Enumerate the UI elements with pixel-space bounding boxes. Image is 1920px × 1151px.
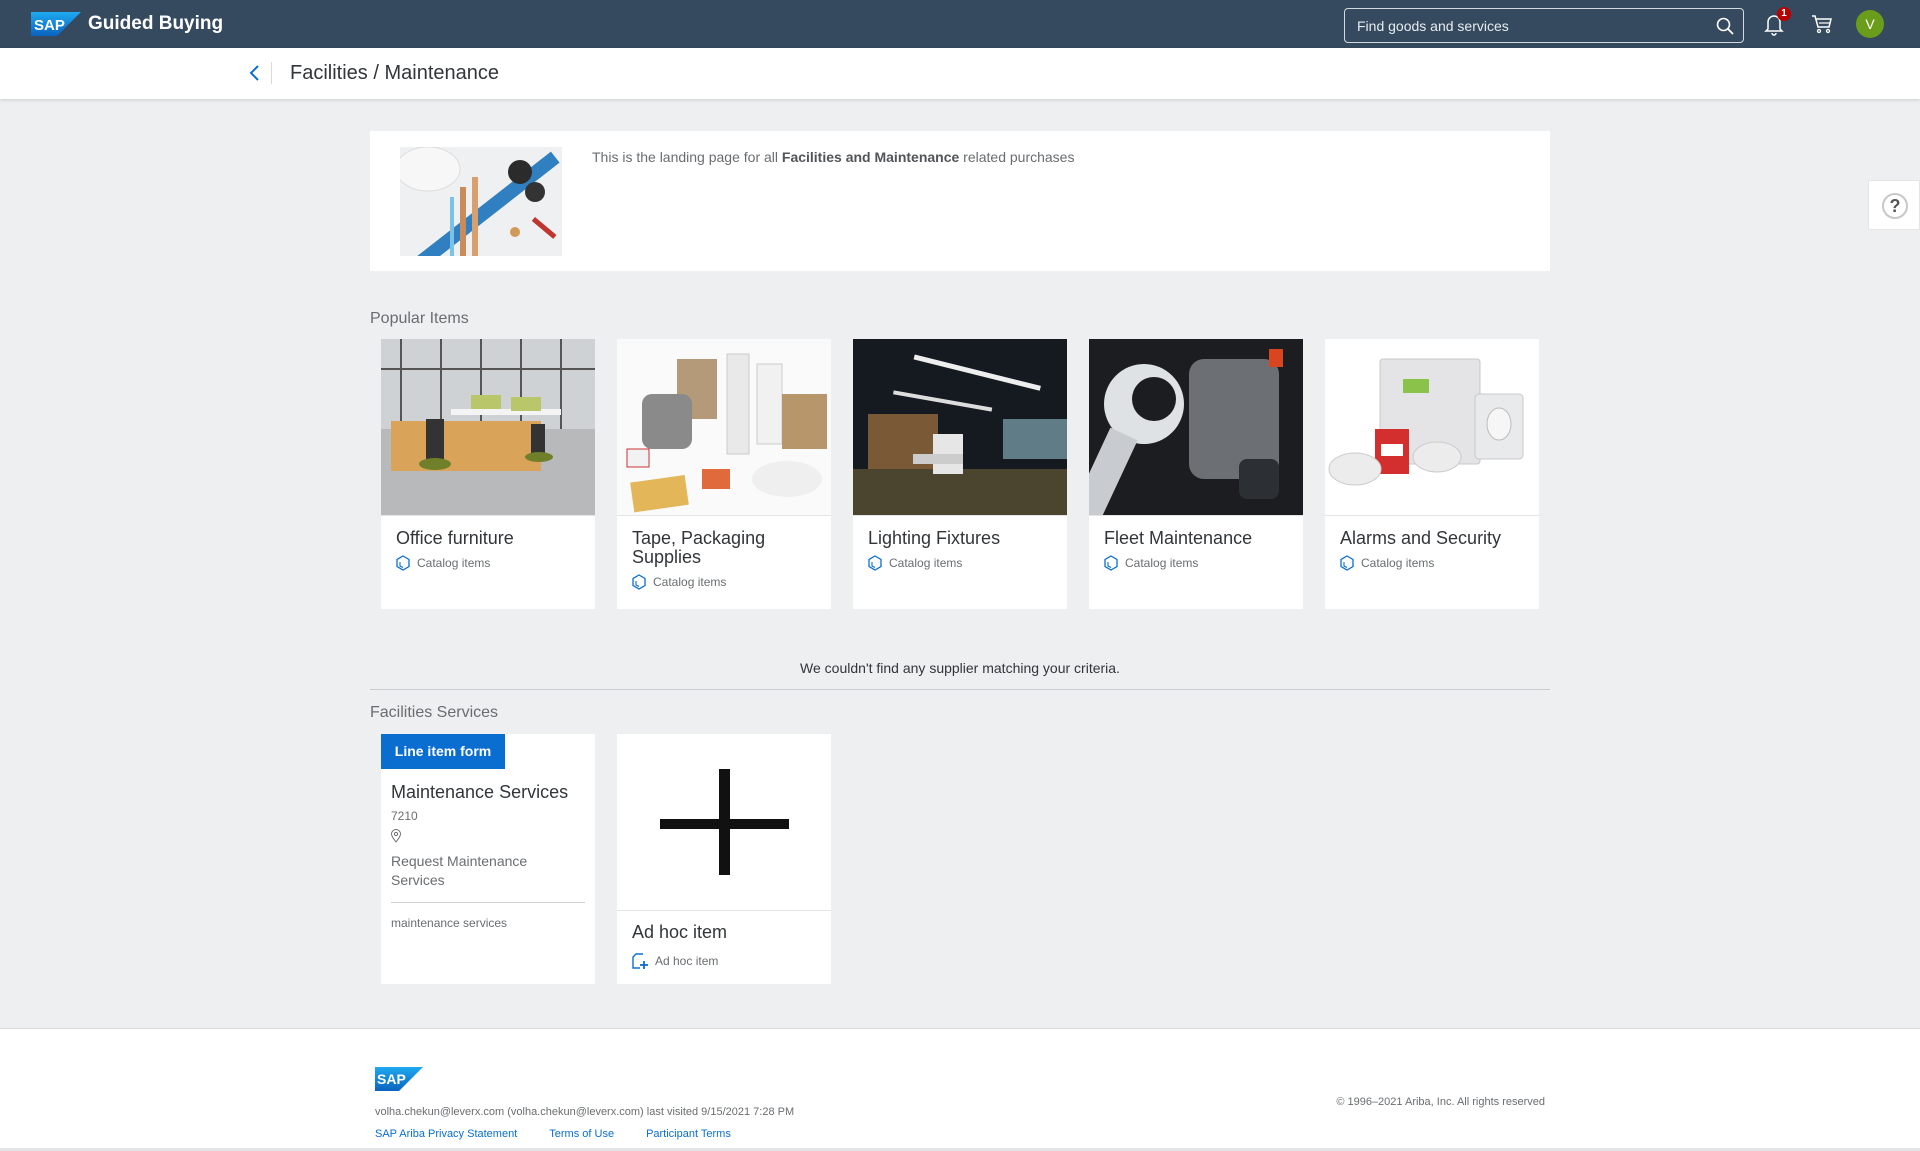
search-field[interactable] [1344, 8, 1744, 43]
banner-text-bold: Facilities and Maintenance [781, 149, 960, 165]
section-divider [370, 689, 1550, 690]
plus-icon [617, 734, 831, 911]
maintenance-services-card[interactable]: Line item form Maintenance Services 7210… [381, 734, 595, 984]
user-avatar[interactable]: V [1856, 10, 1884, 38]
banner-description: This is the landing page for all Facilit… [592, 149, 1074, 165]
fleet-maintenance-image [1089, 339, 1303, 516]
page-title: Facilities / Maintenance [290, 62, 499, 84]
popular-item-card[interactable]: Alarms and Security Catalog items [1325, 339, 1539, 609]
card-meta-label: Catalog items [1361, 556, 1435, 570]
line-item-form-tag: Line item form [381, 734, 505, 769]
card-meta-label: Catalog items [417, 556, 491, 570]
banner-image [400, 147, 562, 256]
search-input[interactable] [1357, 9, 1697, 42]
lighting-fixtures-image [853, 339, 1067, 516]
app-title: Guided Buying [88, 13, 224, 34]
card-meta: Catalog items [395, 555, 490, 571]
card-meta: Catalog items [631, 574, 726, 590]
back-chevron-icon[interactable] [244, 60, 266, 86]
popular-item-card[interactable]: Tape, Packaging Supplies Catalog items [617, 339, 831, 609]
adhoc-item-card[interactable]: Ad hoc item Ad hoc item [617, 734, 831, 984]
copyright: © 1996–2021 Ariba, Inc. All rights reser… [1336, 1096, 1545, 1108]
sap-logo[interactable]: SAP [31, 12, 81, 36]
card-title: Office furniture [396, 528, 514, 548]
location-pin-icon [390, 829, 402, 843]
card-meta: Catalog items [1103, 555, 1198, 571]
add-document-icon [632, 953, 648, 969]
svg-text:SAP: SAP [377, 1071, 406, 1087]
card-title: Lighting Fixtures [868, 528, 1001, 548]
service-keywords: maintenance services [391, 916, 508, 930]
card-meta: Catalog items [867, 555, 962, 571]
card-meta: Ad hoc item [631, 952, 718, 970]
popular-item-card[interactable]: Office furniture Catalog items [381, 339, 595, 609]
page-header: Facilities / Maintenance [0, 48, 1920, 99]
card-meta-label: Catalog items [653, 575, 727, 589]
card-meta-label: Ad hoc item [655, 954, 719, 968]
catalog-cube-icon [868, 555, 882, 571]
shell-header: SAP Guided Buying 1 V [0, 0, 1920, 48]
catalog-cube-icon [632, 574, 646, 590]
footer: SAP volha.chekun@leverx.com (volha.cheku… [0, 1028, 1920, 1148]
popular-items-heading: Popular Items [370, 310, 469, 327]
svg-text:SAP: SAP [34, 17, 65, 34]
catalog-cube-icon [1340, 555, 1354, 571]
search-icon[interactable] [1715, 16, 1735, 36]
office-furniture-image [381, 339, 595, 516]
packaging-supplies-image [617, 339, 831, 516]
popular-item-card[interactable]: Lighting Fixtures Catalog items [853, 339, 1067, 609]
last-visited-info: volha.chekun@leverx.com (volha.chekun@le… [375, 1106, 795, 1118]
privacy-statement-link[interactable]: SAP Ariba Privacy Statement [375, 1128, 517, 1140]
participant-terms-link[interactable]: Participant Terms [646, 1128, 731, 1140]
facilities-services-heading: Facilities Services [370, 704, 499, 721]
footer-links: SAP Ariba Privacy Statement Terms of Use… [375, 1128, 731, 1140]
terms-of-use-link[interactable]: Terms of Use [549, 1128, 614, 1140]
help-button[interactable]: ? [1868, 180, 1920, 230]
card-meta-label: Catalog items [889, 556, 963, 570]
catalog-cube-icon [1104, 555, 1118, 571]
card-title: Fleet Maintenance [1104, 528, 1253, 548]
popular-item-card[interactable]: Fleet Maintenance Catalog items [1089, 339, 1303, 609]
sap-footer-logo: SAP [375, 1067, 423, 1091]
catalog-cube-icon [396, 555, 410, 571]
header-separator [271, 62, 272, 84]
card-title: Tape, Packaging Supplies [632, 528, 766, 567]
help-question-icon: ? [1882, 193, 1908, 219]
card-meta-label: Catalog items [1125, 556, 1199, 570]
card-divider [391, 902, 585, 903]
alarms-security-image [1325, 339, 1539, 516]
card-meta: Catalog items [1339, 555, 1434, 571]
service-code: 7210 [391, 809, 418, 823]
card-title: Alarms and Security [1340, 528, 1502, 548]
shopping-cart-icon[interactable] [1810, 12, 1834, 36]
notification-badge: 1 [1777, 7, 1791, 21]
banner-text-start: This is the landing page for all [592, 149, 782, 165]
banner-text-end: related purchases [959, 149, 1075, 165]
service-title: Maintenance Services [391, 782, 569, 802]
adhoc-title: Ad hoc item [632, 922, 728, 942]
no-suppliers-message: We couldn't find any supplier matching y… [800, 660, 1120, 676]
service-description: Request Maintenance Services [391, 853, 528, 888]
landing-banner: This is the landing page for all Facilit… [370, 131, 1550, 271]
